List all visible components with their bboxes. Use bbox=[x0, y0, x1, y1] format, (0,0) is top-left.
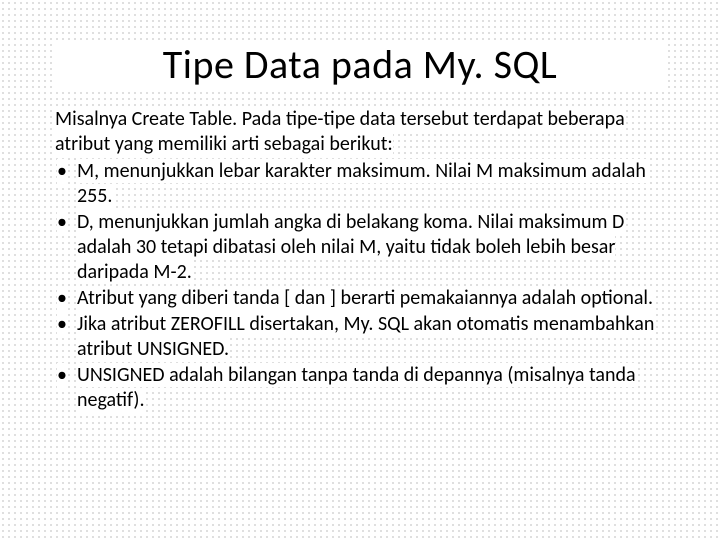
list-item: • D, menunjukkan jumlah angka di belakan… bbox=[55, 210, 665, 285]
bullet-icon: • bbox=[57, 159, 67, 184]
bullet-list: • M, menunjukkan lebar karakter maksimum… bbox=[55, 159, 665, 413]
bullet-icon: • bbox=[57, 363, 67, 388]
list-item: • Atribut yang diberi tanda [ dan ] bera… bbox=[55, 286, 665, 311]
lead-text: Misalnya Create Table. Pada tipe-tipe da… bbox=[55, 107, 625, 156]
slide: Tipe Data pada My. SQL Misalnya Create T… bbox=[0, 0, 720, 540]
bullet-icon: • bbox=[57, 312, 67, 337]
bullet-icon: • bbox=[57, 210, 67, 235]
lead-paragraph: Misalnya Create Table. Pada tipe-tipe da… bbox=[55, 107, 665, 157]
list-item-text: Jika atribut ZEROFILL disertakan, My. SQ… bbox=[77, 312, 654, 361]
slide-title: Tipe Data pada My. SQL bbox=[55, 40, 665, 89]
list-item-text: UNSIGNED adalah bilangan tanpa tanda di … bbox=[77, 363, 636, 412]
bullet-icon: • bbox=[57, 286, 67, 311]
list-item: • M, menunjukkan lebar karakter maksimum… bbox=[55, 159, 665, 209]
slide-title-text: Tipe Data pada My. SQL bbox=[163, 40, 557, 89]
list-item: • UNSIGNED adalah bilangan tanpa tanda d… bbox=[55, 363, 665, 413]
list-item-text: Atribut yang diberi tanda [ dan ] berart… bbox=[77, 286, 653, 310]
list-item-text: M, menunjukkan lebar karakter maksimum. … bbox=[77, 159, 646, 208]
list-item: • Jika atribut ZEROFILL disertakan, My. … bbox=[55, 312, 665, 362]
list-item-text: D, menunjukkan jumlah angka di belakang … bbox=[77, 210, 624, 284]
